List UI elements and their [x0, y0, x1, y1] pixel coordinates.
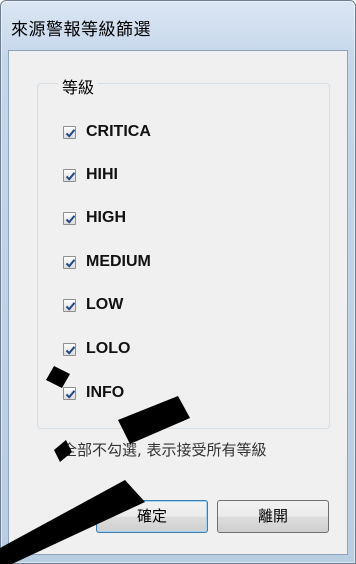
- checkbox-label: LOW: [86, 296, 124, 313]
- checkbox-box[interactable]: [63, 211, 76, 225]
- checkbox-info[interactable]: INFO: [63, 381, 124, 405]
- checkbox-lolo[interactable]: LOLO: [63, 337, 130, 361]
- checkbox-hihi[interactable]: HIHI: [63, 163, 118, 187]
- hint-text: 全部不勾選, 表示接受所有等級: [62, 441, 267, 459]
- checkbox-label: INFO: [86, 384, 125, 401]
- title-bar[interactable]: 來源警報等級篩選: [1, 1, 355, 53]
- checkmark-icon: [65, 389, 76, 399]
- checkmark-icon: [65, 128, 76, 138]
- checkbox-label: MEDIUM: [86, 253, 151, 270]
- level-group-legend: 等級: [58, 74, 99, 98]
- checkbox-box[interactable]: [63, 298, 76, 312]
- checkbox-box[interactable]: [63, 168, 76, 182]
- checkbox-box[interactable]: [63, 125, 76, 139]
- checkmark-icon: [65, 214, 76, 224]
- checkbox-label: HIGH: [86, 209, 126, 226]
- checkbox-medium[interactable]: MEDIUM: [63, 250, 151, 274]
- checkbox-label: HIHI: [86, 166, 118, 183]
- checkmark-icon: [65, 258, 76, 268]
- checkmark-icon: [65, 345, 76, 355]
- checkbox-label: CRITICA: [86, 123, 151, 140]
- checkbox-low[interactable]: LOW: [63, 293, 123, 317]
- checkbox-box[interactable]: [63, 255, 76, 269]
- checkbox-box[interactable]: [63, 386, 76, 400]
- checkbox-label: LOLO: [86, 340, 131, 357]
- checkbox-box[interactable]: [63, 342, 76, 356]
- checkmark-icon: [65, 301, 76, 311]
- ok-button[interactable]: 確定: [96, 500, 208, 533]
- window-title: 來源警報等級篩選: [11, 20, 151, 40]
- checkbox-high[interactable]: HIGH: [63, 206, 126, 230]
- checkmark-icon: [65, 171, 76, 181]
- checkbox-critica[interactable]: CRITICA: [63, 120, 151, 144]
- close-button[interactable]: 離開: [217, 500, 329, 533]
